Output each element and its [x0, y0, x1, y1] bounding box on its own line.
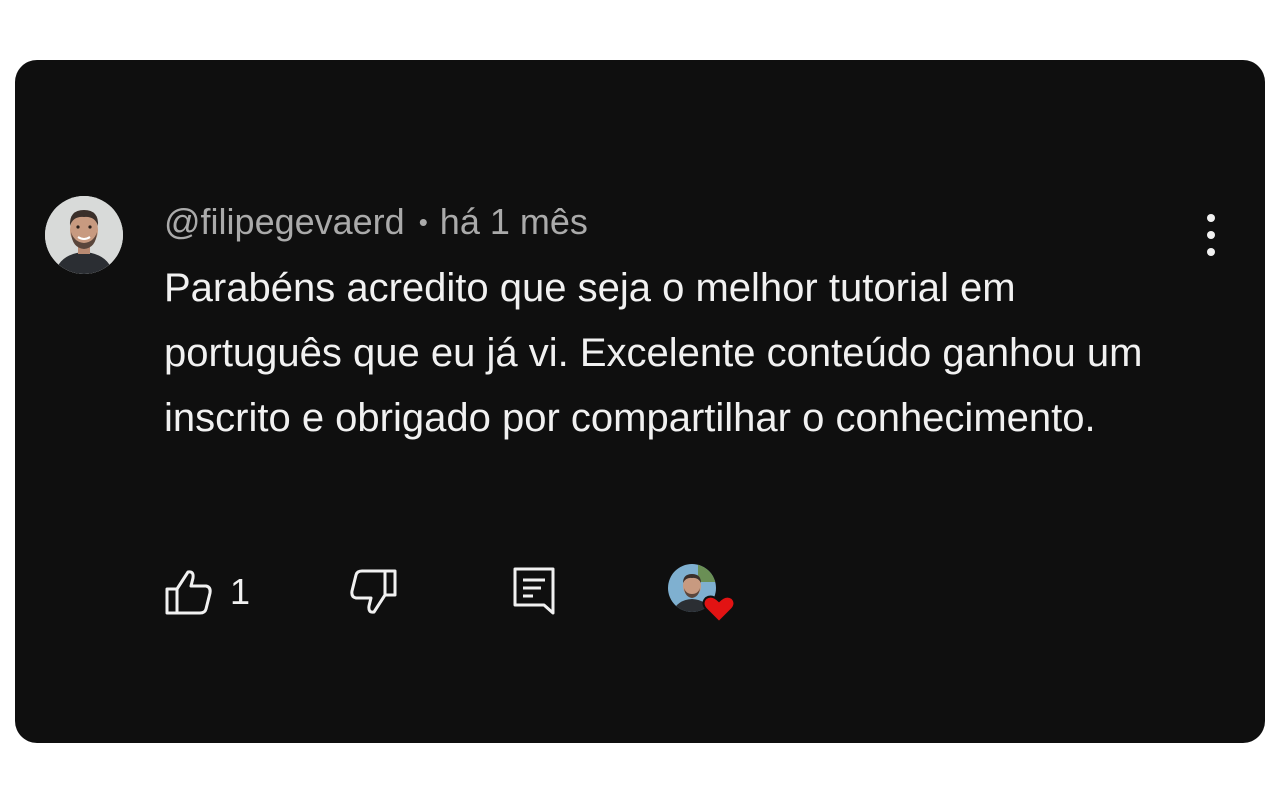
comment-text: Parabéns acredito que seja o melhor tuto… — [164, 266, 1143, 440]
heart-icon — [702, 595, 736, 624]
thumbs-down-icon — [350, 569, 397, 614]
more-options-button[interactable] — [1193, 214, 1229, 256]
comment-header: @filipegevaerd • há 1 mês — [164, 198, 588, 246]
comment-timestamp[interactable]: há 1 mês — [440, 201, 588, 242]
thumbs-up-icon — [165, 570, 212, 615]
like-count: 1 — [230, 571, 251, 612]
like-button[interactable]: 1 — [164, 560, 250, 624]
reply-comment-icon — [513, 567, 555, 615]
separator-dot: • — [418, 207, 428, 237]
reply-button[interactable] — [511, 560, 559, 624]
creator-heart-badge — [668, 562, 740, 626]
dislike-button[interactable] — [348, 560, 398, 624]
more-vert-icon — [1207, 214, 1215, 222]
comment-card: @filipegevaerd • há 1 mês Parabéns acredit… — [15, 60, 1265, 743]
commenter-avatar[interactable] — [45, 196, 123, 274]
comment-username[interactable]: @filipegevaerd — [164, 201, 405, 242]
